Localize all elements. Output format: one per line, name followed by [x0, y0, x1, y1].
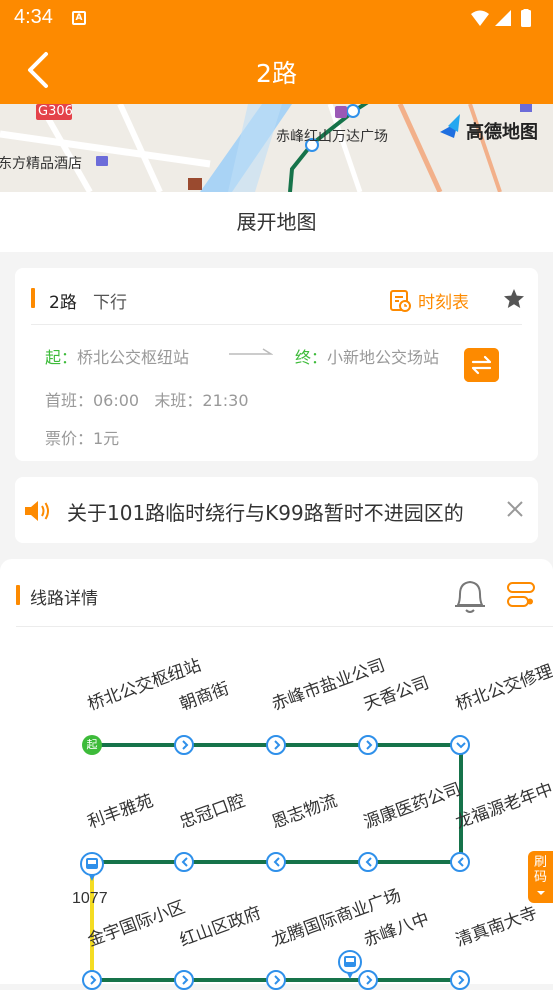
station-node[interactable]	[266, 852, 286, 872]
start-key: 起：	[45, 348, 78, 367]
station-node[interactable]	[82, 970, 102, 990]
end-station: 终：小新地公交场站	[295, 344, 439, 368]
status-bar: 4:34 A	[0, 0, 553, 36]
station-node[interactable]	[174, 735, 194, 755]
section-accent-bar	[31, 288, 35, 308]
expand-map-button[interactable]: 展开地图	[0, 192, 553, 252]
battery-icon	[521, 10, 531, 27]
map-label-wanda: 赤峰红山万达广场	[276, 129, 388, 145]
status-time: 4:34	[14, 6, 53, 28]
station-node[interactable]	[358, 852, 378, 872]
station-node[interactable]	[174, 970, 194, 990]
bus-location-icon[interactable]	[80, 852, 104, 882]
map-preview[interactable]: G306 赤峰红山万达广场 东方精品酒店 高德地图	[0, 104, 553, 192]
fare: 票价：1元	[45, 429, 120, 448]
notice-banner[interactable]: 关于101路临时绕行与K99路暂时不进园区的	[15, 477, 538, 543]
bell-icon[interactable]	[452, 577, 488, 615]
timetable-button[interactable]: 时刻表	[389, 288, 469, 313]
station-node[interactable]	[450, 735, 470, 755]
scan-code-tab[interactable]: 刷码	[528, 851, 553, 903]
section-accent-bar	[16, 585, 20, 605]
map-label-g306: G306	[38, 104, 73, 119]
station-node[interactable]	[450, 970, 470, 990]
end-key: 终：	[295, 348, 328, 367]
route-direction: 下行	[93, 293, 127, 313]
route-info-card: 2路 下行 时刻表 起：桥北公交枢纽站 终：小新地公交场站 首班：06:00 末…	[15, 268, 538, 461]
station-node[interactable]	[266, 970, 286, 990]
end-station-name: 小新地公交场站	[327, 348, 440, 367]
amap-logo: 高德地图	[466, 122, 538, 143]
start-node[interactable]: 起	[82, 735, 102, 755]
bus-number: 1077	[72, 890, 108, 907]
chevron-down-icon	[536, 891, 545, 895]
first-bus-time: 首班：06:00	[45, 391, 140, 410]
signal-icon	[495, 10, 511, 26]
route-options-icon[interactable]	[506, 581, 536, 609]
divider	[31, 324, 522, 325]
favorite-star-icon[interactable]	[503, 288, 525, 310]
system-icons	[469, 8, 541, 33]
side-tab-label: 刷码	[533, 855, 547, 885]
swap-direction-button[interactable]	[464, 348, 499, 382]
station-node[interactable]	[266, 735, 286, 755]
service-hours: 首班：06:00 末班：21:30	[45, 387, 249, 411]
timetable-label: 时刻表	[418, 293, 469, 313]
last-bus-time: 末班：21:30	[154, 391, 249, 410]
close-icon[interactable]	[505, 499, 525, 519]
details-title: 线路详情	[30, 589, 98, 609]
notification-a-icon: A	[72, 11, 86, 25]
app-bar: 2路	[0, 36, 553, 104]
wifi-icon	[471, 10, 489, 26]
timetable-icon	[390, 289, 411, 312]
start-station: 起：桥北公交枢纽站	[45, 344, 189, 368]
station-node[interactable]	[174, 852, 194, 872]
page-title: 2路	[256, 59, 297, 88]
route-name: 2路	[49, 293, 77, 313]
station-node[interactable]	[450, 852, 470, 872]
map-label-hotel: 东方精品酒店	[0, 156, 82, 172]
notice-text: 关于101路临时绕行与K99路暂时不进园区的	[67, 501, 464, 525]
direction-arrow-icon	[229, 348, 273, 355]
divider	[16, 626, 553, 627]
bus-location-icon[interactable]	[338, 950, 362, 980]
station-node[interactable]	[358, 735, 378, 755]
speaker-icon	[25, 501, 49, 521]
start-station-name: 桥北公交枢纽站	[77, 348, 190, 367]
